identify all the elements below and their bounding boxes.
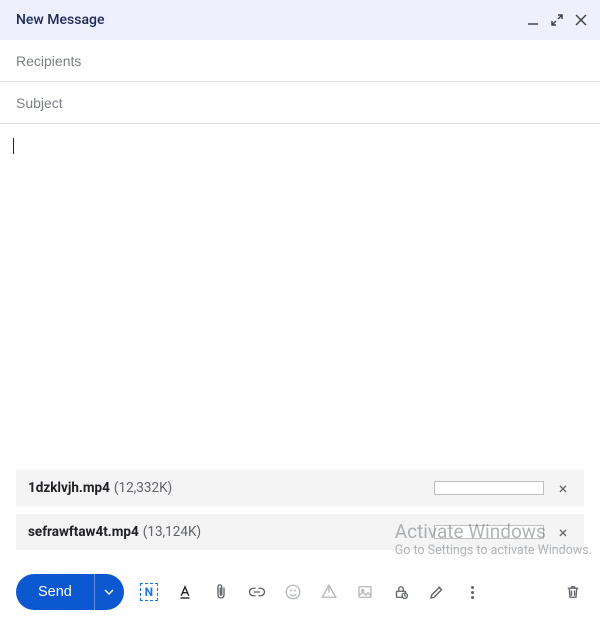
send-button[interactable]: Send bbox=[16, 574, 94, 610]
image-icon[interactable] bbox=[354, 581, 376, 603]
more-options-icon[interactable] bbox=[462, 581, 484, 603]
upload-progress bbox=[434, 525, 544, 539]
send-options-button[interactable] bbox=[94, 574, 124, 610]
remove-attachment-icon[interactable]: × bbox=[554, 479, 572, 497]
emoji-icon[interactable] bbox=[282, 581, 304, 603]
attachments-list: 1dzklvjh.mp4 (12,332K) × sefrawftaw4t.mp… bbox=[0, 470, 600, 564]
attachment-row: sefrawftaw4t.mp4 (13,124K) × bbox=[16, 514, 584, 550]
text-format-icon[interactable] bbox=[174, 581, 196, 603]
send-group: Send bbox=[16, 574, 124, 610]
subject-input[interactable] bbox=[16, 95, 584, 111]
upload-progress bbox=[434, 481, 544, 495]
header-controls bbox=[526, 13, 588, 27]
header-bar: New Message bbox=[0, 0, 600, 40]
attachment-size: (12,332K) bbox=[114, 480, 172, 496]
signature-icon[interactable] bbox=[426, 581, 448, 603]
attach-file-icon[interactable] bbox=[210, 581, 232, 603]
confidential-mode-icon[interactable] bbox=[390, 581, 412, 603]
window-title: New Message bbox=[16, 12, 526, 28]
remove-attachment-icon[interactable]: × bbox=[554, 523, 572, 541]
discard-draft-icon[interactable] bbox=[562, 581, 584, 603]
minimize-icon[interactable] bbox=[526, 13, 540, 27]
text-cursor bbox=[13, 138, 14, 154]
subject-row bbox=[0, 82, 600, 124]
attachment-name: sefrawftaw4t.mp4 bbox=[28, 524, 139, 540]
recipients-input[interactable] bbox=[16, 53, 584, 69]
attachment-row: 1dzklvjh.mp4 (12,332K) × bbox=[16, 470, 584, 506]
message-body[interactable] bbox=[0, 124, 600, 470]
compose-window: New Message Activate Windows Go to Setti… bbox=[0, 0, 600, 620]
close-icon[interactable] bbox=[574, 13, 588, 27]
drive-icon[interactable] bbox=[318, 581, 340, 603]
recipients-row bbox=[0, 40, 600, 82]
attachment-name: 1dzklvjh.mp4 bbox=[28, 480, 110, 496]
expand-icon[interactable] bbox=[550, 13, 564, 27]
format-indicator-icon[interactable]: N bbox=[138, 581, 160, 603]
attachment-size: (13,124K) bbox=[143, 524, 201, 540]
compose-toolbar: Send N bbox=[0, 564, 600, 620]
insert-link-icon[interactable] bbox=[246, 581, 268, 603]
